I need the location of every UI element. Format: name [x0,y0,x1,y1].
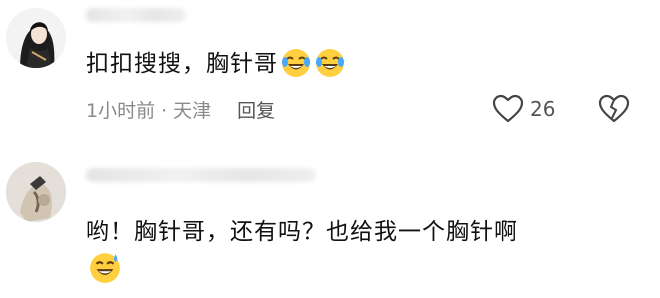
comment-text: 哟！胸针哥，还有吗？也给我一个胸针啊 [86,212,518,246]
comment-location: 天津 [173,100,212,122]
avatar-image [6,162,66,222]
comment-meta: 1小时前 · 天津 回复 [86,96,275,123]
meta-separator: · [161,100,168,122]
username-blurred[interactable] [86,168,316,182]
laugh-cry-emoji-icon [314,47,346,79]
laugh-cry-emoji-icon [280,47,312,79]
heart-icon [492,94,524,123]
comment-text-content: 哟！胸针哥，还有吗？也给我一个胸针啊 [86,219,518,245]
comment-text: 扣扣搜搜，胸针哥 [86,44,346,81]
dislike-button[interactable] [598,94,630,128]
broken-heart-icon [598,94,630,123]
reply-button[interactable]: 回复 [237,100,275,122]
like-button[interactable]: 26 [492,94,555,124]
avatar-image [6,8,66,68]
avatar[interactable] [6,8,66,68]
username-blurred[interactable] [86,8,186,22]
comment-time: 1小时前 [86,100,156,122]
comment-text-content: 扣扣搜搜，胸针哥 [86,51,278,77]
sweat-smile-emoji-icon [88,250,120,283]
avatar[interactable] [6,162,66,222]
like-count: 26 [530,97,556,121]
comment-item: 扣扣搜搜，胸针哥 1小时前 · 天津 回复 26 [0,0,660,150]
comment-item: 哟！胸针哥，还有吗？也给我一个胸针啊 [0,150,660,298]
